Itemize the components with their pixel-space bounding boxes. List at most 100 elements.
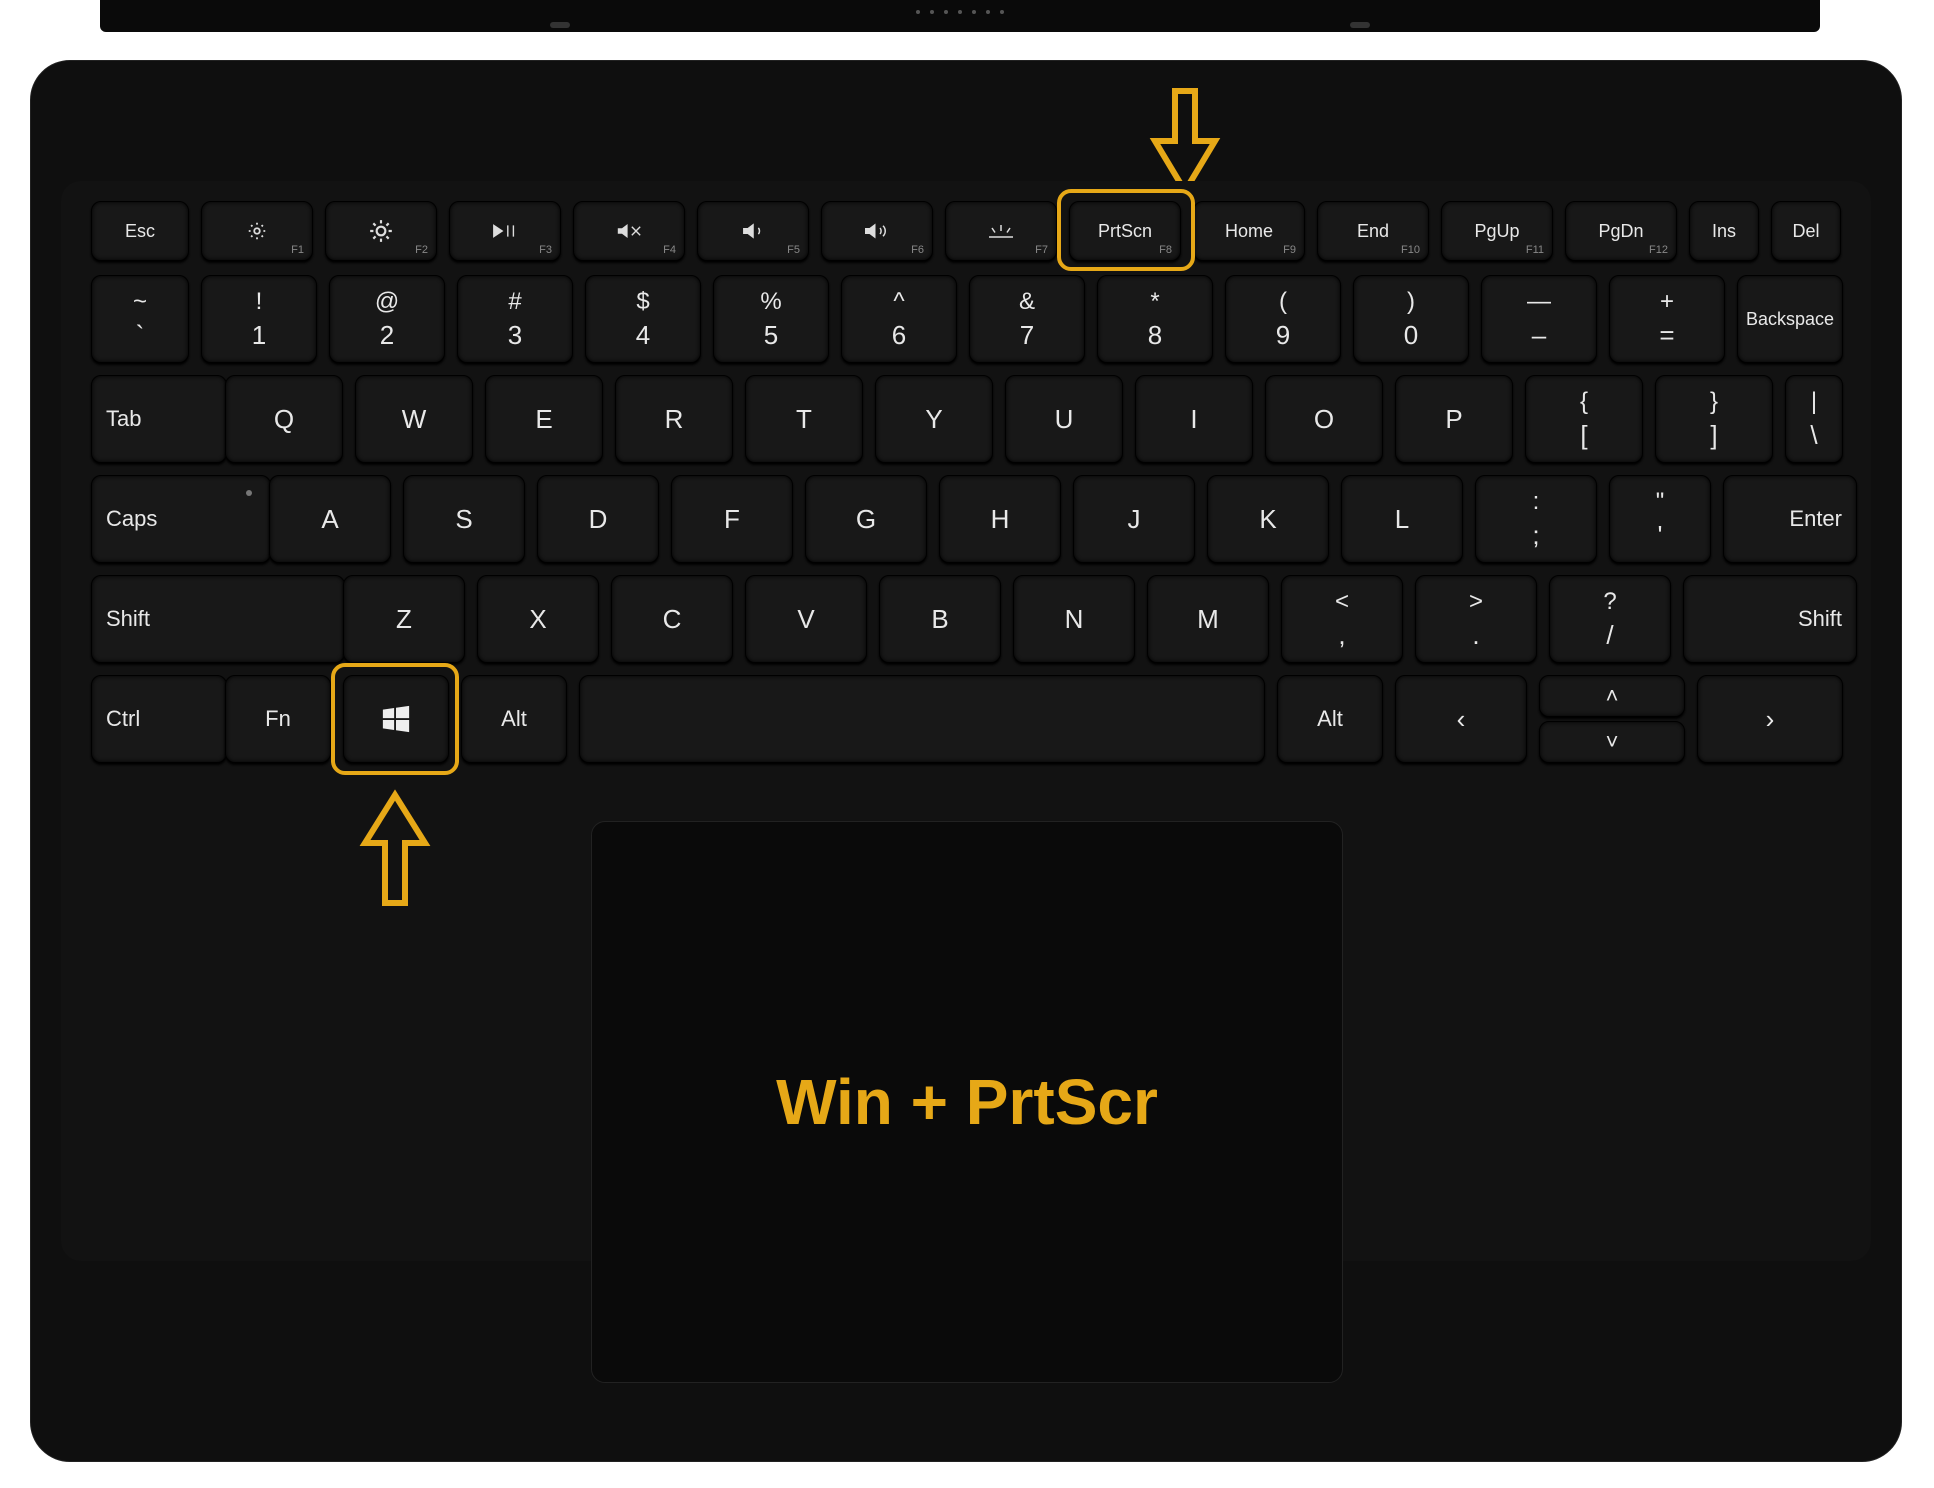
key-label: Shift bbox=[1798, 606, 1842, 632]
key-w[interactable]: W bbox=[355, 375, 473, 463]
key-9[interactable]: (9 bbox=[1225, 275, 1341, 363]
key-caps[interactable]: Caps bbox=[91, 475, 271, 563]
key-7[interactable]: &7 bbox=[969, 275, 1085, 363]
key-space[interactable] bbox=[579, 675, 1265, 763]
key-t[interactable]: T bbox=[745, 375, 863, 463]
key-left-bracket[interactable]: {[ bbox=[1525, 375, 1643, 463]
key-quote[interactable]: "' bbox=[1609, 475, 1711, 563]
key-v[interactable]: V bbox=[745, 575, 867, 663]
key-volume-up[interactable]: F6 bbox=[821, 201, 933, 261]
key-backspace[interactable]: Backspace bbox=[1737, 275, 1843, 363]
key-windows[interactable] bbox=[343, 675, 449, 763]
chevron-right-icon: › bbox=[1766, 704, 1775, 735]
key-label: Alt bbox=[501, 706, 527, 732]
key-pgdn[interactable]: PgDnF12 bbox=[1565, 201, 1677, 261]
key-s[interactable]: S bbox=[403, 475, 525, 563]
key-tab[interactable]: Tab bbox=[91, 375, 227, 463]
key-a[interactable]: A bbox=[269, 475, 391, 563]
key-z[interactable]: Z bbox=[343, 575, 465, 663]
key-up-arrow[interactable]: ˄ bbox=[1539, 675, 1685, 717]
brightness-low-icon bbox=[246, 220, 268, 242]
key-g[interactable]: G bbox=[805, 475, 927, 563]
f-sub: F4 bbox=[663, 244, 676, 256]
key-right-arrow[interactable]: › bbox=[1697, 675, 1843, 763]
volume-up-icon bbox=[862, 221, 892, 241]
key-slash[interactable]: ?/ bbox=[1549, 575, 1671, 663]
key-volume-down[interactable]: F5 bbox=[697, 201, 809, 261]
volume-down-icon bbox=[740, 221, 766, 241]
key-comma[interactable]: <, bbox=[1281, 575, 1403, 663]
key-y[interactable]: Y bbox=[875, 375, 993, 463]
hinge-slot bbox=[550, 22, 570, 28]
key-i[interactable]: I bbox=[1135, 375, 1253, 463]
key-2[interactable]: @2 bbox=[329, 275, 445, 363]
key-left-alt[interactable]: Alt bbox=[461, 675, 567, 763]
trackpad[interactable]: Win + PrtScr bbox=[591, 821, 1343, 1383]
key-fn[interactable]: Fn bbox=[225, 675, 331, 763]
key-p[interactable]: P bbox=[1395, 375, 1513, 463]
key-6[interactable]: ^6 bbox=[841, 275, 957, 363]
key-0[interactable]: )0 bbox=[1353, 275, 1469, 363]
key-label: Alt bbox=[1317, 706, 1343, 732]
key-f[interactable]: F bbox=[671, 475, 793, 563]
f-sub: F5 bbox=[787, 244, 800, 256]
key-4[interactable]: $4 bbox=[585, 275, 701, 363]
key-down-arrow[interactable]: ˅ bbox=[1539, 721, 1685, 763]
key-esc[interactable]: Esc bbox=[91, 201, 189, 261]
key-enter[interactable]: Enter bbox=[1723, 475, 1857, 563]
key-q[interactable]: Q bbox=[225, 375, 343, 463]
key-k[interactable]: K bbox=[1207, 475, 1329, 563]
key-ctrl[interactable]: Ctrl bbox=[91, 675, 227, 763]
chevron-left-icon: ‹ bbox=[1457, 704, 1466, 735]
key-j[interactable]: J bbox=[1073, 475, 1195, 563]
chevron-up-icon: ˄ bbox=[1606, 683, 1619, 709]
key-left-shift[interactable]: Shift bbox=[91, 575, 345, 663]
windows-logo-icon bbox=[381, 704, 411, 734]
key-label: Esc bbox=[125, 221, 155, 242]
key-d[interactable]: D bbox=[537, 475, 659, 563]
key-right-shift[interactable]: Shift bbox=[1683, 575, 1857, 663]
key-right-bracket[interactable]: }] bbox=[1655, 375, 1773, 463]
key-minus[interactable]: —– bbox=[1481, 275, 1597, 363]
key-x[interactable]: X bbox=[477, 575, 599, 663]
key-pgup[interactable]: PgUpF11 bbox=[1441, 201, 1553, 261]
key-1[interactable]: !1 bbox=[201, 275, 317, 363]
diagram-stage: Esc F1 F2 F3 F4 bbox=[0, 0, 1934, 1488]
key-brightness-down[interactable]: F1 bbox=[201, 201, 313, 261]
key-play-pause[interactable]: F3 bbox=[449, 201, 561, 261]
key-home[interactable]: HomeF9 bbox=[1193, 201, 1305, 261]
key-left-arrow[interactable]: ‹ bbox=[1395, 675, 1527, 763]
key-b[interactable]: B bbox=[879, 575, 1001, 663]
key-3[interactable]: #3 bbox=[457, 275, 573, 363]
key-ins[interactable]: Ins bbox=[1689, 201, 1759, 261]
key-l[interactable]: L bbox=[1341, 475, 1463, 563]
key-c[interactable]: C bbox=[611, 575, 733, 663]
key-backlight[interactable]: F7 bbox=[945, 201, 1057, 261]
key-del[interactable]: Del bbox=[1771, 201, 1841, 261]
key-equals[interactable]: += bbox=[1609, 275, 1725, 363]
key-semicolon[interactable]: :; bbox=[1475, 475, 1597, 563]
key-o[interactable]: O bbox=[1265, 375, 1383, 463]
key-5[interactable]: %5 bbox=[713, 275, 829, 363]
key-label: Del bbox=[1792, 221, 1819, 242]
key-u[interactable]: U bbox=[1005, 375, 1123, 463]
key-label: Home bbox=[1225, 221, 1273, 242]
key-h[interactable]: H bbox=[939, 475, 1061, 563]
key-8[interactable]: *8 bbox=[1097, 275, 1213, 363]
play-pause-icon bbox=[491, 221, 519, 241]
key-e[interactable]: E bbox=[485, 375, 603, 463]
key-period[interactable]: >. bbox=[1415, 575, 1537, 663]
key-m[interactable]: M bbox=[1147, 575, 1269, 663]
key-mute[interactable]: F4 bbox=[573, 201, 685, 261]
key-right-alt[interactable]: Alt bbox=[1277, 675, 1383, 763]
key-n[interactable]: N bbox=[1013, 575, 1135, 663]
keyboard-body: Esc F1 F2 F3 F4 bbox=[30, 60, 1902, 1462]
key-prtscn[interactable]: PrtScnF8 bbox=[1069, 201, 1181, 261]
key-end[interactable]: EndF10 bbox=[1317, 201, 1429, 261]
key-r[interactable]: R bbox=[615, 375, 733, 463]
key-brightness-up[interactable]: F2 bbox=[325, 201, 437, 261]
key-backslash[interactable]: |\ bbox=[1785, 375, 1843, 463]
f-sub: F12 bbox=[1649, 244, 1668, 256]
key-label: PgUp bbox=[1474, 221, 1519, 242]
key-tilde[interactable]: ~` bbox=[91, 275, 189, 363]
